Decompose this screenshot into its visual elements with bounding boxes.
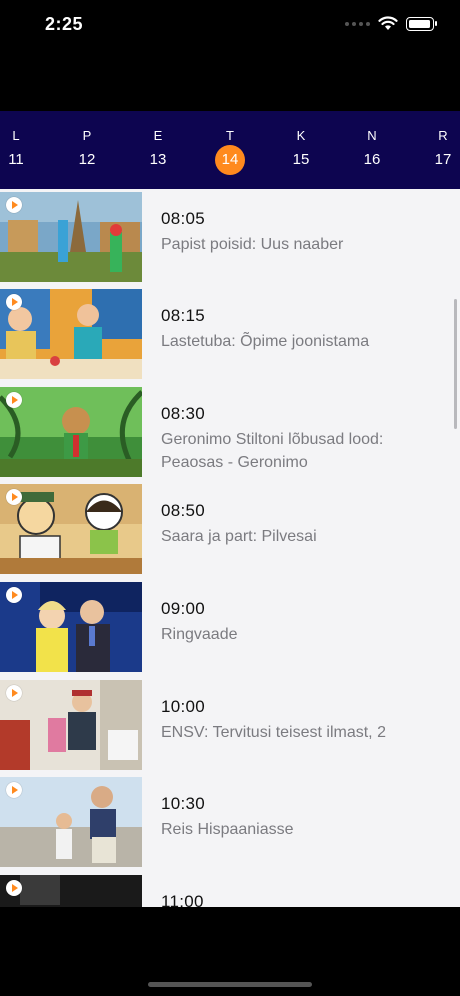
program-list[interactable]: 08:05 Papist poisid: Uus naaber 08:15 La… [0,189,460,907]
play-icon[interactable] [6,197,22,213]
play-icon[interactable] [6,392,22,408]
program-title[interactable]: Reis Hispaaniasse [161,818,441,841]
program-time[interactable]: 08:15 [161,306,205,326]
program-thumbnail[interactable] [0,484,142,574]
day-number: 17 [434,151,452,168]
day-number: 12 [78,151,96,168]
play-icon[interactable] [6,294,22,310]
program-row[interactable]: 08:05 Papist poisid: Uus naaber [0,189,460,282]
program-row[interactable]: 08:50 Saara ja part: Pilvesai [0,481,460,574]
program-title[interactable]: Lastetuba: Õpime joonistama [161,330,441,353]
play-icon[interactable] [6,880,22,896]
day-letter: K [296,128,306,143]
program-title[interactable]: ENSV: Tervitusi teisest ilmast, 2 [161,721,441,744]
program-thumbnail[interactable] [0,289,142,379]
app-screen: 2:25 L 11 P 12 E 13 T 14 K 15 N 16 R 17 … [0,0,460,996]
day-letter: T [226,128,234,143]
cellular-signal-icon [345,21,370,26]
program-row[interactable]: 10:30 Reis Hispaaniasse [0,774,460,867]
program-thumbnail[interactable] [0,680,142,770]
home-indicator[interactable] [148,982,312,987]
program-row[interactable]: 09:00 Ringvaade [0,579,460,672]
day-number: 15 [292,151,310,168]
program-thumbnail[interactable] [0,387,142,477]
program-time[interactable]: 10:00 [161,697,205,717]
program-time[interactable]: 08:50 [161,501,205,521]
status-icons [345,16,437,31]
program-time[interactable]: 08:05 [161,209,205,229]
program-time[interactable]: 09:00 [161,599,205,619]
program-title[interactable]: Saara ja part: Pilvesai [161,525,441,548]
play-icon[interactable] [6,685,22,701]
day-number-selected: 14 [215,145,245,175]
day-selector: L 11 P 12 E 13 T 14 K 15 N 16 R 17 [0,111,460,189]
status-time: 2:25 [45,14,84,34]
day-letter: P [82,128,92,143]
play-icon[interactable] [6,782,22,798]
day-letter: E [153,128,163,143]
day-number: 13 [149,151,167,168]
program-time[interactable]: 11:00 [161,892,204,907]
day-number: 11 [8,151,24,168]
day-letter: R [438,128,448,143]
wifi-icon [378,16,398,30]
play-icon[interactable] [6,587,22,603]
status-bar: 2:25 [0,0,460,52]
program-time[interactable]: 08:30 [161,404,205,424]
program-thumbnail[interactable] [0,582,142,672]
program-row[interactable]: 11:00 [0,872,460,907]
program-thumbnail[interactable] [0,192,142,282]
program-thumbnail[interactable] [0,875,142,907]
program-row[interactable]: 08:15 Lastetuba: Õpime joonistama [0,286,460,379]
program-time[interactable]: 10:30 [161,794,205,814]
program-row[interactable]: 10:00 ENSV: Tervitusi teisest ilmast, 2 [0,677,460,770]
program-title[interactable]: Geronimo Stiltoni lõbusad lood: Peaosas … [161,428,441,474]
day-letter: L [12,128,20,143]
day-letter: N [367,128,377,143]
program-title[interactable]: Papist poisid: Uus naaber [161,233,441,256]
program-row[interactable]: 08:30 Geronimo Stiltoni lõbusad lood: Pe… [0,384,460,477]
program-thumbnail[interactable] [0,777,142,867]
day-number: 16 [363,151,381,168]
play-icon[interactable] [6,489,22,505]
program-title[interactable]: Ringvaade [161,623,441,646]
scrollbar[interactable] [454,299,457,429]
battery-icon [406,16,437,31]
